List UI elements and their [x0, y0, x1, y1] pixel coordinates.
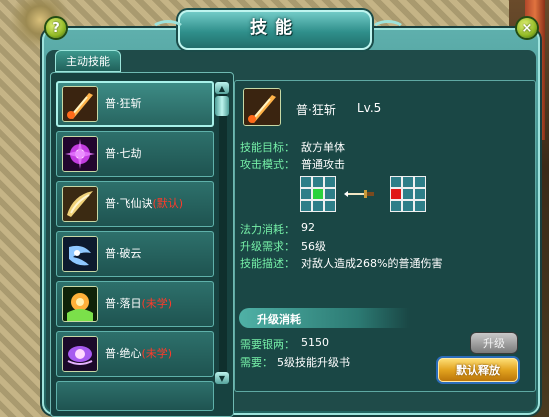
- skill-list: 普·狂斩 普·七劫 普·飞仙诀(默认) 普·破云 普·落日(未学) 普·绝心(未…: [50, 72, 234, 417]
- golden-wings-icon: [62, 186, 98, 222]
- detail-skill-level: Lv.5: [357, 101, 382, 115]
- skill-list-item[interactable]: [56, 381, 214, 411]
- upgrade-button[interactable]: 升级: [471, 333, 517, 353]
- help-icon: ?: [52, 20, 60, 36]
- item-need-label: 需要：: [240, 356, 273, 369]
- description-label: 技能描述：: [240, 257, 295, 270]
- requirement-value: 56级: [301, 240, 326, 253]
- skill-name: 普·七劫: [105, 147, 142, 160]
- skill-tag: (未学): [141, 297, 173, 310]
- target-value: 敌方单体: [301, 141, 345, 154]
- sword-arrow-icon: [344, 188, 376, 203]
- skill-tag: (默认): [152, 197, 184, 210]
- silver-label: 需要银两：: [240, 338, 295, 351]
- skill-list-item[interactable]: 普·破云: [56, 231, 214, 277]
- mana-value: 92: [301, 221, 315, 234]
- purple-burst-icon: [62, 136, 98, 172]
- mode-value: 普通攻击: [301, 158, 345, 171]
- blue-spirit-icon: [62, 236, 98, 272]
- skill-list-item[interactable]: 普·狂斩: [56, 81, 214, 127]
- target-label: 技能目标：: [240, 141, 295, 154]
- target-formation-grid: [390, 176, 426, 212]
- skill-name: 普·狂斩: [105, 97, 142, 110]
- green-sun-icon: [62, 286, 98, 322]
- silver-value: 5150: [301, 336, 329, 349]
- mana-label: 法力消耗：: [240, 223, 295, 236]
- skill-list-item[interactable]: 普·绝心(未学): [56, 331, 214, 377]
- scroll-down-button[interactable]: ▼: [215, 372, 229, 384]
- mode-label: 攻击模式：: [240, 158, 295, 171]
- help-button[interactable]: ?: [46, 18, 66, 38]
- chevron-down-icon: ▼: [218, 373, 226, 383]
- skill-tag: (未学): [141, 347, 173, 360]
- chevron-up-icon: ▲: [218, 83, 226, 93]
- description-value: 对敌人造成268%的普通伤害: [301, 257, 443, 270]
- requirement-label: 升级需求：: [240, 240, 295, 253]
- tab-active-skills[interactable]: 主动技能: [55, 50, 121, 72]
- skill-name: 普·绝心: [105, 347, 142, 360]
- skill-list-item[interactable]: 普·落日(未学): [56, 281, 214, 327]
- item-need-value: 5级技能升级书: [277, 356, 350, 369]
- skill-list-scrollbar[interactable]: [219, 80, 227, 384]
- skill-list-item[interactable]: 普·七劫: [56, 131, 214, 177]
- scroll-up-button[interactable]: ▲: [215, 82, 229, 94]
- purple-lotus-icon: [62, 336, 98, 372]
- window-title: 技能: [250, 18, 300, 38]
- set-default-button[interactable]: 默认释放: [438, 358, 518, 382]
- close-icon: ×: [521, 20, 533, 36]
- skill-list-item[interactable]: 普·飞仙诀(默认): [56, 181, 214, 227]
- flaming-blade-icon: [243, 88, 281, 126]
- skill-name: 普·飞仙诀: [105, 197, 153, 210]
- close-button[interactable]: ×: [517, 18, 537, 38]
- upgrade-section-title: 升级消耗: [257, 313, 301, 326]
- title-ornament-right: [370, 20, 406, 42]
- scroll-thumb[interactable]: [215, 96, 229, 116]
- flaming-blade-icon: [62, 86, 98, 122]
- skill-name: 普·落日: [105, 297, 142, 310]
- caster-formation-grid: [300, 176, 336, 212]
- skill-name: 普·破云: [105, 247, 142, 260]
- detail-skill-name: 普·狂斩: [296, 103, 336, 117]
